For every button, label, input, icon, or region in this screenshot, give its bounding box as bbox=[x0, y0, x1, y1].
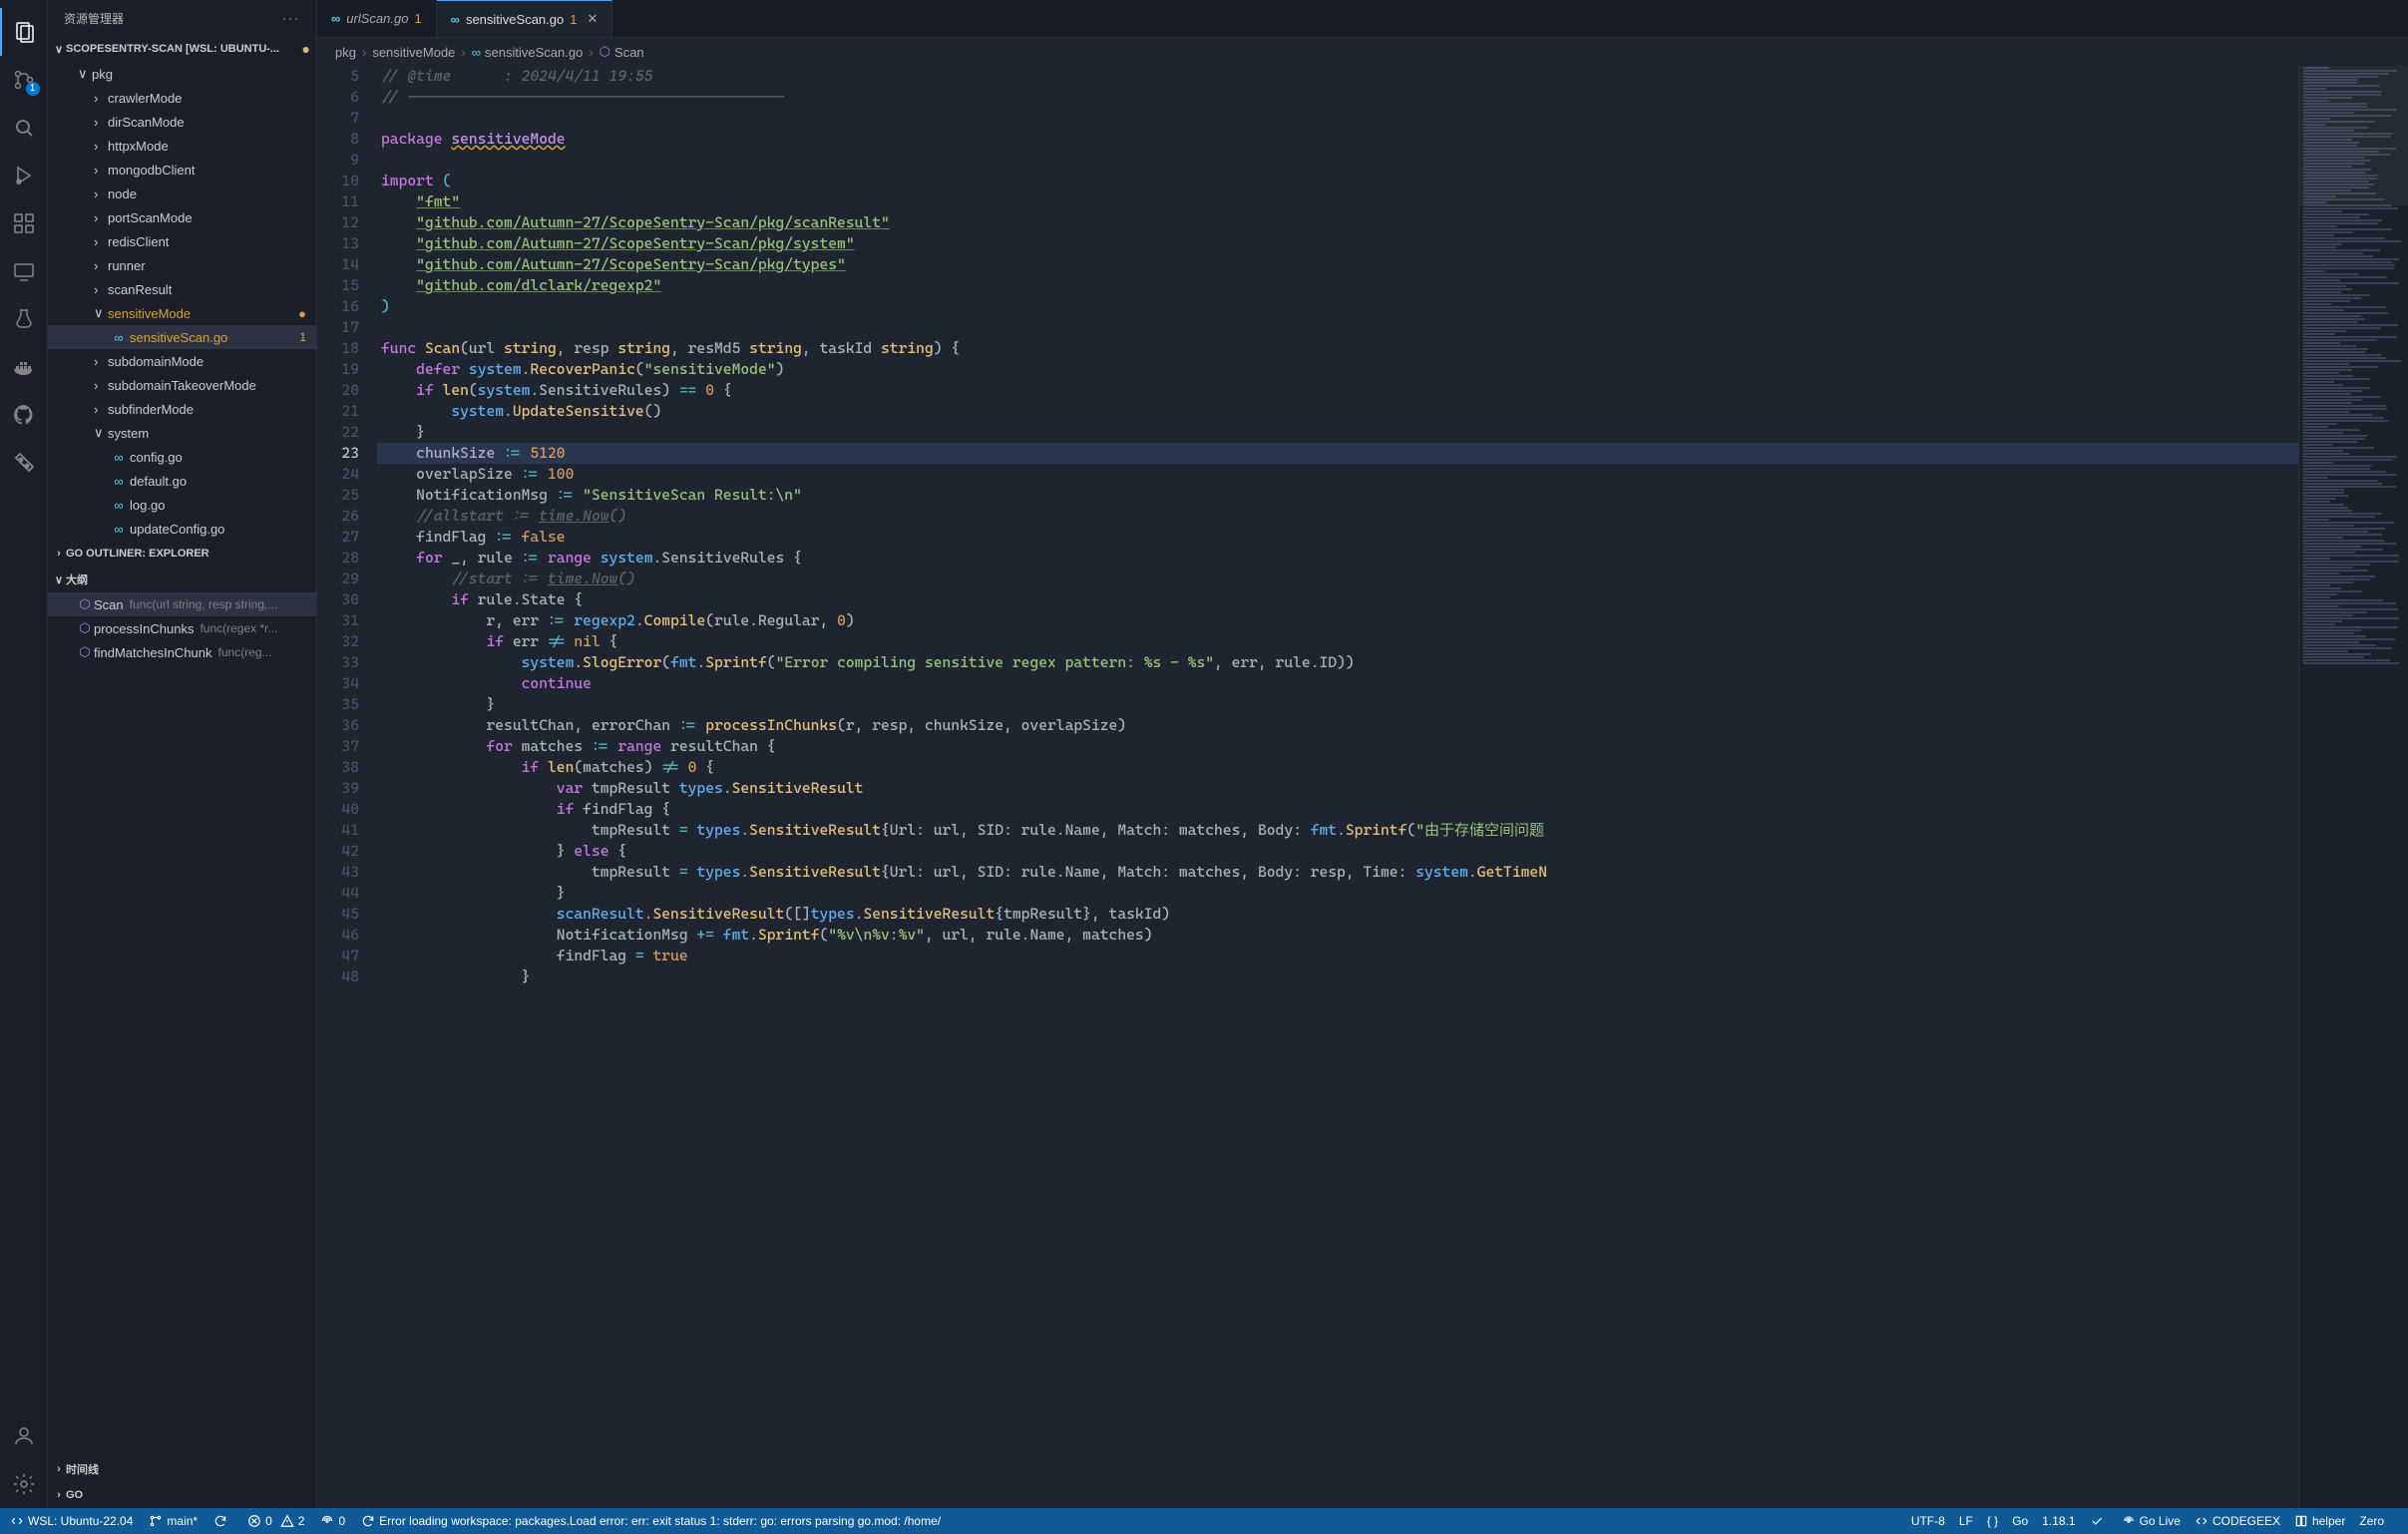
outline-item-process[interactable]: ⬡processInChunksfunc(regex *r... bbox=[48, 616, 316, 640]
sidebar-title: 资源管理器 ··· bbox=[48, 0, 316, 36]
tree-folder-system[interactable]: ∨system bbox=[48, 421, 316, 445]
editor-area: ∞ urlScan.go 1 ∞ sensitiveScan.go 1 ✕ pk… bbox=[317, 0, 2408, 1508]
run-icon[interactable] bbox=[0, 152, 48, 199]
go-file-icon: ∞ bbox=[451, 12, 460, 27]
tree-folder-sensitive[interactable]: ∨sensitiveMode● bbox=[48, 301, 316, 325]
tree-folder-pkg[interactable]: ∨pkg bbox=[48, 62, 316, 86]
breadcrumb[interactable]: pkg› sensitiveMode› ∞sensitiveScan.go› ⬡… bbox=[317, 38, 2408, 66]
status-sync[interactable] bbox=[213, 1514, 231, 1528]
remote-icon[interactable] bbox=[0, 247, 48, 295]
tree-folder[interactable]: ›redisClient bbox=[48, 229, 316, 253]
tab-sensitivescan[interactable]: ∞ sensitiveScan.go 1 ✕ bbox=[437, 0, 613, 37]
docker-icon[interactable] bbox=[0, 343, 48, 391]
activity-bar: 1 bbox=[0, 0, 48, 1508]
git-panel-icon[interactable] bbox=[0, 439, 48, 487]
extensions-icon[interactable] bbox=[0, 199, 48, 247]
tree-folder[interactable]: ›subdomainTakeoverMode bbox=[48, 373, 316, 397]
scm-icon[interactable]: 1 bbox=[0, 56, 48, 104]
tree-file[interactable]: ∞config.go bbox=[48, 445, 316, 469]
tree-folder[interactable]: ›mongodbClient bbox=[48, 158, 316, 182]
tree-folder[interactable]: ›subdomainMode bbox=[48, 349, 316, 373]
test-icon[interactable] bbox=[0, 295, 48, 343]
status-encoding[interactable]: UTF-8 bbox=[1911, 1514, 1945, 1528]
status-loading-error[interactable]: Error loading workspace: packages.Load e… bbox=[361, 1514, 941, 1528]
workspace-header[interactable]: ∨ SCOPESENTRY-SCAN [WSL: UBUNTU-... ● bbox=[48, 36, 316, 62]
go-outliner-header[interactable]: ›GO OUTLINER: EXPLORER bbox=[48, 541, 316, 567]
timeline-header[interactable]: ›时间线 bbox=[48, 1456, 316, 1482]
status-zero[interactable]: Zero bbox=[2359, 1514, 2384, 1528]
status-ports[interactable]: 0 bbox=[320, 1514, 345, 1528]
tree-folder[interactable]: ›crawlerMode bbox=[48, 86, 316, 110]
sidebar: 资源管理器 ··· ∨ SCOPESENTRY-SCAN [WSL: UBUNT… bbox=[48, 0, 317, 1508]
file-tree: ∨pkg ›crawlerMode›dirScanMode›httpxMode›… bbox=[48, 62, 316, 541]
status-check[interactable] bbox=[2090, 1514, 2108, 1528]
go-file-icon: ∞ bbox=[331, 11, 340, 26]
status-language[interactable]: Go bbox=[2012, 1514, 2028, 1528]
go-section-header[interactable]: ›GO bbox=[48, 1482, 316, 1508]
tree-folder[interactable]: ›runner bbox=[48, 253, 316, 277]
status-brackets[interactable]: { } bbox=[1987, 1514, 1998, 1528]
line-gutter: 5678910111213141516171819202122232425262… bbox=[317, 66, 377, 1508]
tree-file[interactable]: ∞default.go bbox=[48, 469, 316, 493]
explorer-icon[interactable] bbox=[0, 8, 48, 56]
settings-icon[interactable] bbox=[0, 1460, 48, 1508]
github-icon[interactable] bbox=[0, 391, 48, 439]
outline-item-find[interactable]: ⬡findMatchesInChunkfunc(reg... bbox=[48, 640, 316, 664]
tree-file[interactable]: ∞updateConfig.go bbox=[48, 517, 316, 541]
status-remote[interactable]: WSL: Ubuntu-22.04 bbox=[10, 1514, 133, 1528]
tab-urlscan[interactable]: ∞ urlScan.go 1 bbox=[317, 0, 437, 37]
code-editor[interactable]: 5678910111213141516171819202122232425262… bbox=[317, 66, 2408, 1508]
tree-folder[interactable]: ›scanResult bbox=[48, 277, 316, 301]
tree-folder[interactable]: ›portScanMode bbox=[48, 205, 316, 229]
status-go-version[interactable]: 1.18.1 bbox=[2042, 1514, 2075, 1528]
status-helper[interactable]: helper bbox=[2294, 1514, 2345, 1528]
tree-folder[interactable]: ›subfinderMode bbox=[48, 397, 316, 421]
status-eol[interactable]: LF bbox=[1959, 1514, 1973, 1528]
tree-file-sensitive-scan[interactable]: ∞sensitiveScan.go1 bbox=[48, 325, 316, 349]
scm-badge: 1 bbox=[26, 82, 40, 96]
search-icon[interactable] bbox=[0, 104, 48, 152]
status-branch[interactable]: main* bbox=[149, 1514, 198, 1528]
tree-folder[interactable]: ›node bbox=[48, 182, 316, 205]
close-icon[interactable]: ✕ bbox=[587, 11, 598, 27]
outline-header[interactable]: ∨大纲 bbox=[48, 567, 316, 592]
tree-folder[interactable]: ›dirScanMode bbox=[48, 110, 316, 134]
tree-file[interactable]: ∞log.go bbox=[48, 493, 316, 517]
account-icon[interactable] bbox=[0, 1412, 48, 1460]
code-content[interactable]: // @time : 2024/4/11 19:55// -----------… bbox=[377, 66, 2298, 1508]
tab-bar: ∞ urlScan.go 1 ∞ sensitiveScan.go 1 ✕ bbox=[317, 0, 2408, 38]
sidebar-more-icon[interactable]: ··· bbox=[282, 11, 300, 25]
outline-item-scan[interactable]: ⬡Scanfunc(url string, resp string,... bbox=[48, 592, 316, 616]
status-codegeex[interactable]: CODEGEEX bbox=[2195, 1514, 2280, 1528]
status-golive[interactable]: Go Live bbox=[2122, 1514, 2181, 1528]
status-bar: WSL: Ubuntu-22.04 main* 0 2 0 Error load… bbox=[0, 1508, 2408, 1534]
status-problems[interactable]: 0 2 bbox=[247, 1514, 304, 1528]
minimap[interactable] bbox=[2298, 66, 2408, 1508]
tree-folder[interactable]: ›httpxMode bbox=[48, 134, 316, 158]
